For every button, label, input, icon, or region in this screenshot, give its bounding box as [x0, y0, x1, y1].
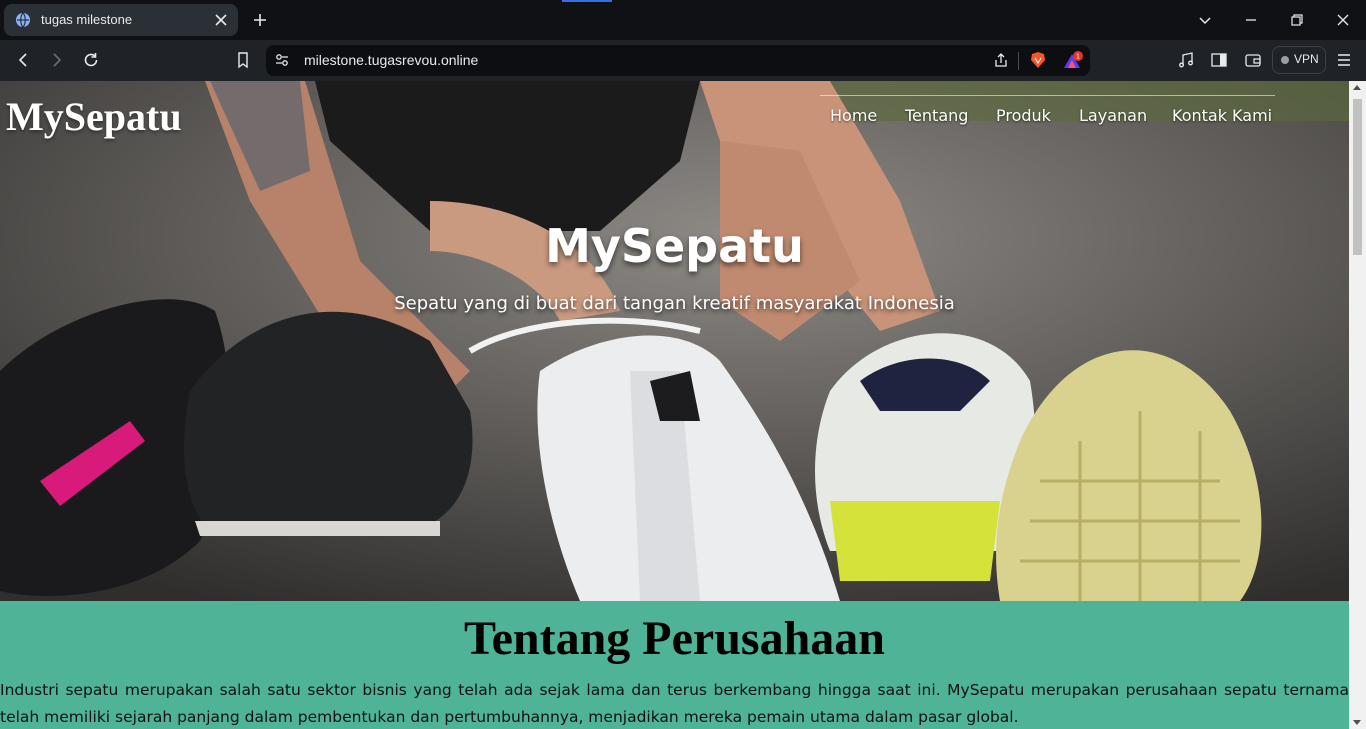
brave-rewards-icon[interactable]: 1: [1062, 50, 1084, 72]
nav-produk[interactable]: Produk: [996, 106, 1051, 125]
site-logo[interactable]: MySepatu: [6, 93, 182, 140]
about-title: Tentang Perusahaan: [464, 612, 885, 665]
nav-tentang[interactable]: Tentang: [905, 106, 968, 125]
reload-icon[interactable]: [81, 50, 101, 70]
nav-kontak-kami[interactable]: Kontak Kami: [1172, 106, 1272, 125]
nav-divider: [820, 95, 1275, 96]
brave-shields-icon[interactable]: [1028, 50, 1048, 70]
restore-icon[interactable]: [1287, 10, 1307, 30]
address-bar[interactable]: milestone.tugasrevou.online 1: [266, 45, 1090, 76]
globe-icon: [16, 12, 30, 28]
minimize-icon[interactable]: [1241, 10, 1261, 30]
scrollbar-thumb[interactable]: [1353, 99, 1362, 255]
sidebar-icon[interactable]: [1209, 50, 1229, 70]
page-viewport: MySepatu Home Tentang Produk Layanan Kon…: [0, 81, 1349, 729]
nav-home[interactable]: Home: [830, 106, 877, 125]
site-info-icon[interactable]: [274, 52, 290, 68]
scroll-down-icon[interactable]: [1353, 720, 1361, 725]
vpn-label: VPN: [1294, 52, 1319, 66]
wallet-icon[interactable]: [1243, 50, 1263, 70]
music-icon[interactable]: [1176, 50, 1196, 70]
menu-icon[interactable]: [1334, 50, 1354, 70]
hero-subtitle: Sepatu yang di buat dari tangan kreatif …: [394, 293, 955, 314]
address-bar-divider: [1018, 52, 1019, 70]
vpn-status-icon: [1281, 56, 1289, 64]
tab-strip-indicator: [562, 0, 612, 2]
scroll-up-icon[interactable]: [1353, 85, 1361, 90]
url-text[interactable]: milestone.tugasrevou.online: [304, 52, 478, 68]
vpn-button[interactable]: VPN: [1272, 46, 1326, 74]
nav-layanan[interactable]: Layanan: [1079, 106, 1147, 125]
hero-title: MySepatu: [545, 219, 804, 273]
browser-tab[interactable]: tugas milestone: [4, 4, 238, 36]
browser-tab-bar: tugas milestone: [0, 0, 1366, 40]
new-tab-icon[interactable]: [250, 10, 270, 30]
browser-toolbar: milestone.tugasrevou.online 1 VPN: [0, 40, 1366, 81]
close-tab-icon[interactable]: [211, 10, 231, 30]
page-scrollbar[interactable]: [1349, 81, 1366, 729]
rewards-badge: 1: [1076, 54, 1080, 61]
forward-icon[interactable]: [47, 50, 67, 70]
hero-background-image: [0, 81, 1349, 601]
tab-title: tugas milestone: [41, 12, 133, 27]
hero-section: MySepatu Home Tentang Produk Layanan Kon…: [0, 81, 1349, 601]
close-window-icon[interactable]: [1333, 10, 1353, 30]
bookmark-icon[interactable]: [233, 50, 253, 70]
back-icon[interactable]: [13, 50, 33, 70]
share-icon[interactable]: [992, 51, 1010, 69]
about-section: Tentang Perusahaan Industri sepatu merup…: [0, 601, 1349, 729]
about-paragraph: Industri sepatu merupakan salah satu sek…: [0, 681, 1349, 726]
tab-search-icon[interactable]: [1195, 10, 1215, 30]
